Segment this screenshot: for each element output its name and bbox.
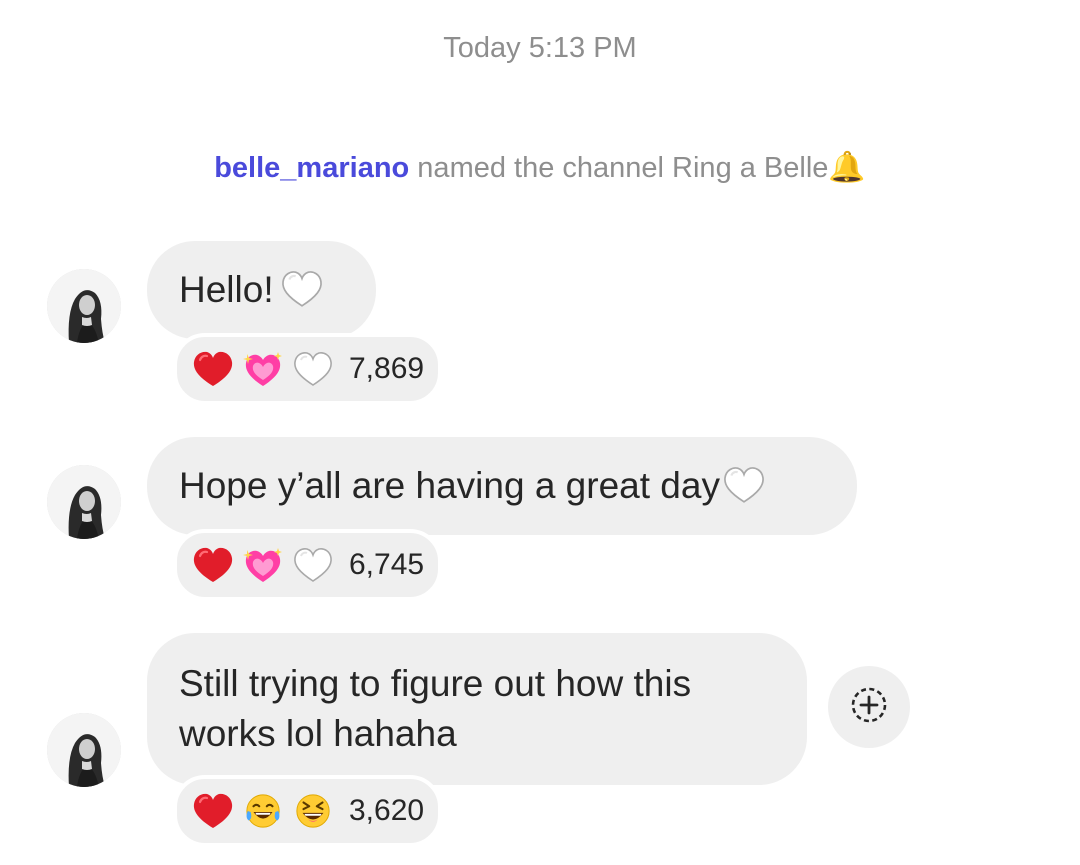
message-bubble[interactable]: Hello!: [147, 241, 376, 339]
reaction-count: 6,745: [349, 548, 425, 581]
reaction-bar[interactable]: 3,620: [173, 775, 443, 847]
reaction-count: 3,620: [349, 794, 425, 827]
add-reaction-button[interactable]: [828, 666, 910, 748]
message-bubble[interactable]: Still trying to figure out how this work…: [147, 633, 807, 785]
bell-icon: 🔔: [828, 151, 866, 184]
message-text-line: Still trying to figure out how this: [179, 663, 692, 704]
avatar[interactable]: [47, 465, 121, 539]
squinting-laugh-icon: [291, 789, 335, 833]
tears-of-joy-icon: [241, 789, 285, 833]
message-bubble[interactable]: Hope y’all are having a great day: [147, 437, 857, 535]
white-heart-icon: [278, 269, 326, 322]
white-heart-icon: [291, 543, 335, 587]
red-heart-icon: [191, 347, 235, 391]
reaction-count: 7,869: [349, 352, 425, 385]
avatar[interactable]: [47, 269, 121, 343]
message-text-line: works lol hahaha: [179, 713, 457, 754]
username-link[interactable]: belle_mariano: [214, 152, 409, 184]
red-heart-icon: [191, 543, 235, 587]
white-heart-icon: [720, 465, 768, 518]
avatar[interactable]: [47, 713, 121, 787]
reaction-bar[interactable]: 6,745: [173, 529, 443, 601]
channel-rename-notice: belle_mariano named the channel Ring a B…: [0, 150, 1080, 185]
system-message-text: named the channel Ring a Belle: [409, 152, 829, 184]
add-reaction-icon: [848, 684, 890, 731]
sparkling-pink-heart-icon: [241, 347, 285, 391]
reaction-bar[interactable]: 7,869: [173, 333, 443, 405]
message-text: Hope y’all are having a great day: [179, 465, 720, 506]
sparkling-pink-heart-icon: [241, 543, 285, 587]
white-heart-icon: [291, 347, 335, 391]
red-heart-icon: [191, 789, 235, 833]
message-text: Hello!: [179, 269, 274, 310]
timestamp: Today 5:13 PM: [443, 32, 637, 64]
